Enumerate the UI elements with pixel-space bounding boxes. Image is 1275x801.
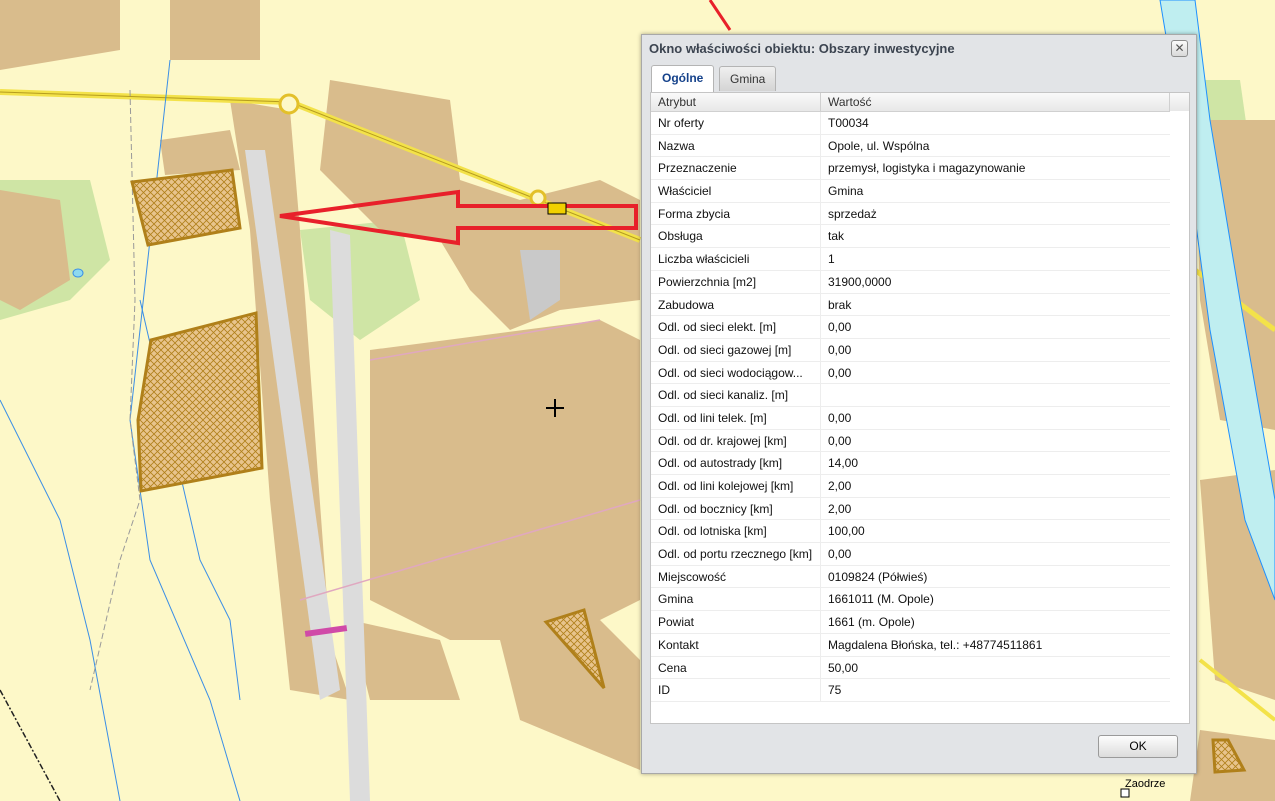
property-row[interactable]: Nazwa Opole, ul. Wspólna [651, 134, 1189, 158]
property-attribute: Odl. od portu rzecznego [km] [651, 543, 821, 565]
tab-general[interactable]: Ogólne [651, 65, 715, 92]
property-attribute: Właściciel [651, 180, 821, 202]
property-attribute: Nazwa [651, 134, 821, 157]
property-row[interactable]: Kontakt Magdalena Błońska, tel.: +4877451… [651, 633, 1189, 657]
property-row[interactable]: Liczba właścicieli 1 [651, 248, 1189, 271]
property-value: sprzedaż [828, 206, 877, 221]
property-value: 0109824 (Półwieś) [828, 569, 928, 584]
scrollbar-track[interactable] [1170, 111, 1189, 723]
property-attribute: Odl. od lini telek. [m] [651, 406, 821, 429]
property-attribute: Powiat [651, 611, 821, 633]
property-value: 14,00 [828, 456, 859, 471]
property-value: 2,00 [828, 479, 852, 493]
property-value: 75 [828, 683, 842, 698]
property-value: brak [828, 297, 852, 312]
property-row[interactable]: Miejscowość 0109824 (Półwieś) [651, 565, 1189, 589]
dialog-title: Okno właściwości obiektu: Obszary inwest… [649, 41, 955, 56]
property-row[interactable]: Cena 50,00 [651, 656, 1189, 680]
property-attribute: Odl. od bocznicy [km] [651, 497, 821, 520]
property-value [821, 384, 1170, 406]
property-row[interactable]: Gmina 1661011 (M. Opole) [651, 588, 1189, 612]
properties-dialog: Okno właściwości obiektu: Obszary inwest… [641, 34, 1197, 774]
property-value: przemysł, logistyka i magazynowanie [828, 161, 1026, 176]
property-row[interactable]: Odl. od sieci gazowej [m] 0,00 [651, 338, 1189, 362]
property-value: T00034 [828, 116, 869, 130]
property-value: Magdalena Błońska, tel.: +48774511861 [828, 637, 1043, 652]
place-label: Zaodrze [1125, 778, 1166, 790]
property-attribute: Odl. od autostrady [km] [651, 452, 821, 474]
property-attribute: Powierzchnia [m2] [651, 270, 821, 293]
property-value: 1661 (m. Opole) [828, 615, 915, 630]
property-row[interactable]: Powierzchnia [m2] 31900,0000 [651, 270, 1189, 294]
property-row[interactable]: Odl. od bocznicy [km] 2,00 [651, 497, 1189, 521]
tab-municipality[interactable]: Gmina [719, 66, 777, 91]
grid-rows: Nr oferty T00034 Nazwa Opole, ul. Wspólna Pr… [651, 112, 1189, 702]
property-value: 2,00 [828, 501, 852, 516]
property-attribute: Nr oferty [651, 112, 821, 134]
property-attribute: Odl. od lotniska [km] [651, 520, 821, 543]
property-row[interactable]: Odl. od lini telek. [m] 0,00 [651, 406, 1189, 430]
ok-button[interactable]: OK [1098, 735, 1178, 758]
property-row[interactable]: Powiat 1661 (m. Opole) [651, 611, 1189, 634]
property-row[interactable]: Przeznaczenie przemysł, logistyka i magaz… [651, 157, 1189, 181]
property-row[interactable]: Odl. od portu rzecznego [km] 0,00 [651, 543, 1189, 566]
property-row[interactable]: Forma zbycia sprzedaż [651, 202, 1189, 226]
property-attribute: Zabudowa [651, 293, 821, 316]
column-header-attribute[interactable]: Atrybut [651, 93, 821, 111]
property-attribute: Liczba właścicieli [651, 248, 821, 270]
property-row[interactable]: Obsługa tak [651, 225, 1189, 249]
property-value: 0,00 [828, 433, 852, 448]
property-grid: Atrybut Wartość Nr oferty T00034 Nazwa Opol… [650, 92, 1190, 724]
close-button[interactable]: ✕ [1171, 40, 1188, 57]
property-row[interactable]: Odl. od lini kolejowej [km] 2,00 [651, 475, 1189, 498]
property-row[interactable]: Nr oferty T00034 [651, 112, 1189, 135]
property-attribute: Cena [651, 656, 821, 679]
property-attribute: Odl. od sieci elekt. [m] [651, 316, 821, 338]
property-row[interactable]: Odl. od dr. krajowej [km] 0,00 [651, 429, 1189, 453]
property-row[interactable]: Odl. od sieci wodociągow... 0,00 [651, 361, 1189, 385]
property-row[interactable]: Odl. od autostrady [km] 14,00 [651, 452, 1189, 475]
property-attribute: Odl. od sieci wodociągow... [651, 361, 821, 384]
property-attribute: Odl. od sieci kanaliz. [m] [651, 384, 821, 406]
property-value: 31900,0000 [828, 274, 892, 289]
crosshair-cursor-icon [546, 399, 564, 417]
property-row[interactable]: Zabudowa brak [651, 293, 1189, 317]
property-attribute: Gmina [651, 588, 821, 611]
property-value: 0,00 [828, 547, 852, 562]
property-value: 0,00 [828, 365, 852, 380]
property-value: tak [828, 229, 845, 244]
property-value: 0,00 [828, 410, 852, 425]
property-row[interactable]: Odl. od lotniska [km] 100,00 [651, 520, 1189, 544]
property-attribute: Odl. od dr. krajowej [km] [651, 429, 821, 452]
property-value: 100,00 [828, 524, 865, 539]
property-value: Opole, ul. Wspólna [828, 138, 930, 153]
property-value: 0,00 [828, 320, 852, 335]
grid-header: Atrybut Wartość [651, 93, 1189, 112]
property-row[interactable]: ID 75 [651, 679, 1189, 702]
property-attribute: Obsługa [651, 225, 821, 248]
property-value: 1 [828, 252, 835, 267]
property-value: 50,00 [828, 660, 859, 675]
property-attribute: Kontakt [651, 633, 821, 656]
property-attribute: Miejscowość [651, 565, 821, 588]
property-value: 0,00 [828, 342, 852, 357]
property-value: 1661011 (M. Opole) [828, 592, 934, 607]
property-row[interactable]: Właściciel Gmina [651, 180, 1189, 203]
tab-bar: Ogólne Gmina [650, 65, 1190, 92]
property-row[interactable]: Odl. od sieci kanaliz. [m] [651, 384, 1189, 407]
property-attribute: Odl. od sieci gazowej [m] [651, 338, 821, 361]
property-attribute: Forma zbycia [651, 202, 821, 225]
property-value: Gmina [828, 184, 864, 199]
property-attribute: Przeznaczenie [651, 157, 821, 180]
column-header-value[interactable]: Wartość [821, 93, 1170, 111]
property-attribute: ID [651, 679, 821, 701]
property-attribute: Odl. od lini kolejowej [km] [651, 475, 821, 497]
property-row[interactable]: Odl. od sieci elekt. [m] 0,00 [651, 316, 1189, 339]
